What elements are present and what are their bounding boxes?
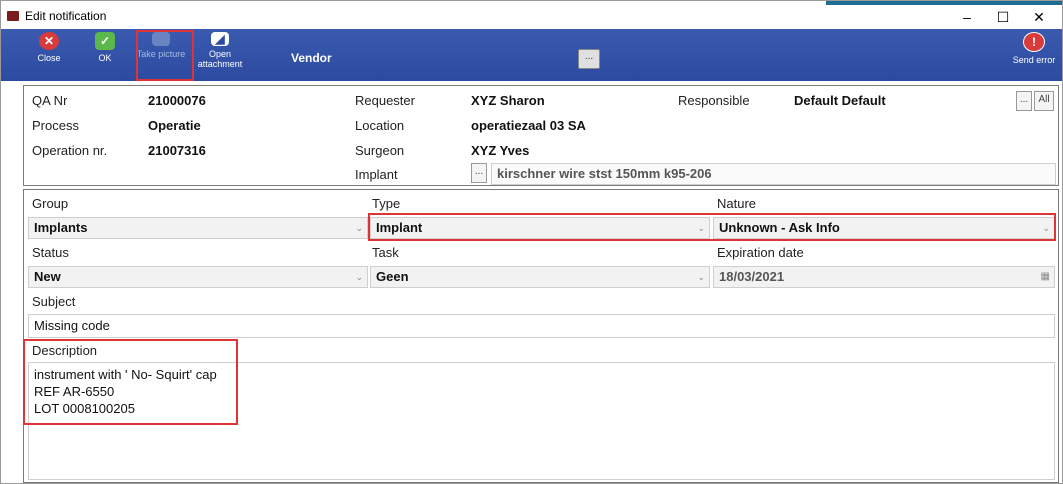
qa-value: 21000076 (148, 93, 206, 108)
task-value: Geen (376, 269, 409, 284)
description-line: REF AR-6550 (34, 384, 115, 399)
camera-icon (152, 32, 170, 46)
send-error-label: Send error (1012, 55, 1056, 65)
status-value: New (34, 269, 61, 284)
operation-label: Operation nr. (32, 143, 108, 158)
implant-label: Implant (355, 167, 398, 182)
status-label: Status (32, 245, 69, 260)
requester-label: Requester (355, 93, 415, 108)
expiration-value: 18/03/2021 (719, 269, 785, 284)
edit-notification-window: Edit notification – ☐ ✕ ✕ Close ✓ OK Tak… (0, 0, 1063, 484)
open-attachment-label-1: Open (208, 49, 232, 59)
description-line: instrument with ' No- Squirt' cap (34, 367, 217, 382)
subject-label: Subject (32, 294, 76, 309)
responsible-value: Default Default (794, 93, 886, 108)
group-label: Group (32, 196, 69, 211)
chevron-down-icon: ⌄ (1042, 223, 1050, 233)
close-window-button[interactable]: ✕ (1021, 5, 1057, 29)
all-button[interactable]: All (1034, 91, 1054, 111)
location-label: Location (355, 118, 405, 133)
description-line: LOT 0008100205 (34, 401, 135, 416)
header-panel: QA Nr 21000076 Process Operatie Operatio… (23, 85, 1059, 186)
form-panel: Group Implants ⌄ Type Implant ⌄ Nature Unk… (23, 189, 1059, 483)
responsible-label: Responsible (678, 93, 750, 108)
subject-input[interactable]: Missing code (28, 314, 1055, 338)
task-select[interactable]: Geen ⌄ (370, 266, 710, 288)
type-label: Type (372, 196, 401, 211)
send-error-button[interactable]: ! Send error (1009, 29, 1059, 81)
take-picture-button[interactable]: Take picture (134, 29, 188, 81)
ellipsis-button[interactable]: ... (578, 49, 600, 69)
task-label: Task (372, 245, 399, 260)
subject-value: Missing code (34, 318, 110, 333)
description-textarea[interactable]: instrument with ' No- Squirt' cap REF AR… (28, 362, 1055, 480)
calendar-icon[interactable]: ▦ (1041, 267, 1050, 287)
ok-label: OK (98, 53, 112, 63)
close-button[interactable]: ✕ Close (31, 29, 67, 81)
maximize-button[interactable]: ☐ (985, 5, 1021, 29)
toolbar: ✕ Close ✓ OK Take picture ◢ Open attachm… (1, 29, 1062, 81)
implant-browse-button[interactable]: ... (471, 163, 487, 183)
take-picture-label: Take picture (136, 49, 186, 59)
close-label: Close (37, 53, 61, 63)
minimize-button[interactable]: – (949, 5, 985, 29)
responsible-browse-button[interactable]: ... (1016, 91, 1032, 111)
process-label: Process (32, 118, 79, 133)
nature-label: Nature (717, 196, 757, 211)
window-title: Edit notification (25, 9, 107, 23)
vendor-label: Vendor (291, 51, 332, 65)
alert-icon: ! (1023, 32, 1045, 52)
ok-button[interactable]: ✓ OK (87, 29, 123, 81)
process-value: Operatie (148, 118, 201, 133)
status-select[interactable]: New ⌄ (28, 266, 368, 288)
expiration-date-field[interactable]: 18/03/2021 ▦ (713, 266, 1055, 288)
group-select[interactable]: Implants ⌄ (28, 217, 368, 239)
app-icon (7, 11, 19, 21)
nature-value: Unknown - Ask Info (719, 220, 840, 235)
expiration-label: Expiration date (717, 245, 804, 260)
open-attachment-label-2: attachment (197, 59, 243, 69)
location-value: operatiezaal 03 SA (471, 118, 586, 133)
nature-select[interactable]: Unknown - Ask Info ⌄ (713, 217, 1055, 239)
implant-field[interactable]: kirschner wire stst 150mm k95-206 (491, 163, 1056, 185)
surgeon-value: XYZ Yves (471, 143, 530, 158)
description-label: Description (32, 343, 98, 358)
title-bar: Edit notification – ☐ ✕ (1, 5, 1062, 29)
chevron-down-icon: ⌄ (355, 272, 363, 282)
chevron-down-icon: ⌄ (697, 223, 705, 233)
chevron-down-icon: ⌄ (355, 223, 363, 233)
group-value: Implants (34, 220, 88, 235)
qa-label: QA Nr (32, 93, 68, 108)
chevron-down-icon: ⌄ (697, 272, 705, 282)
close-icon: ✕ (39, 32, 59, 50)
operation-value: 21007316 (148, 143, 206, 158)
type-select[interactable]: Implant ⌄ (370, 217, 710, 239)
checkmark-icon: ✓ (95, 32, 115, 50)
type-value: Implant (376, 220, 423, 235)
attachment-icon: ◢ (211, 32, 229, 46)
open-attachment-button[interactable]: ◢ Open attachment (195, 29, 245, 81)
surgeon-label: Surgeon (355, 143, 405, 158)
requester-value: XYZ Sharon (471, 93, 545, 108)
implant-value: kirschner wire stst 150mm k95-206 (497, 166, 712, 181)
